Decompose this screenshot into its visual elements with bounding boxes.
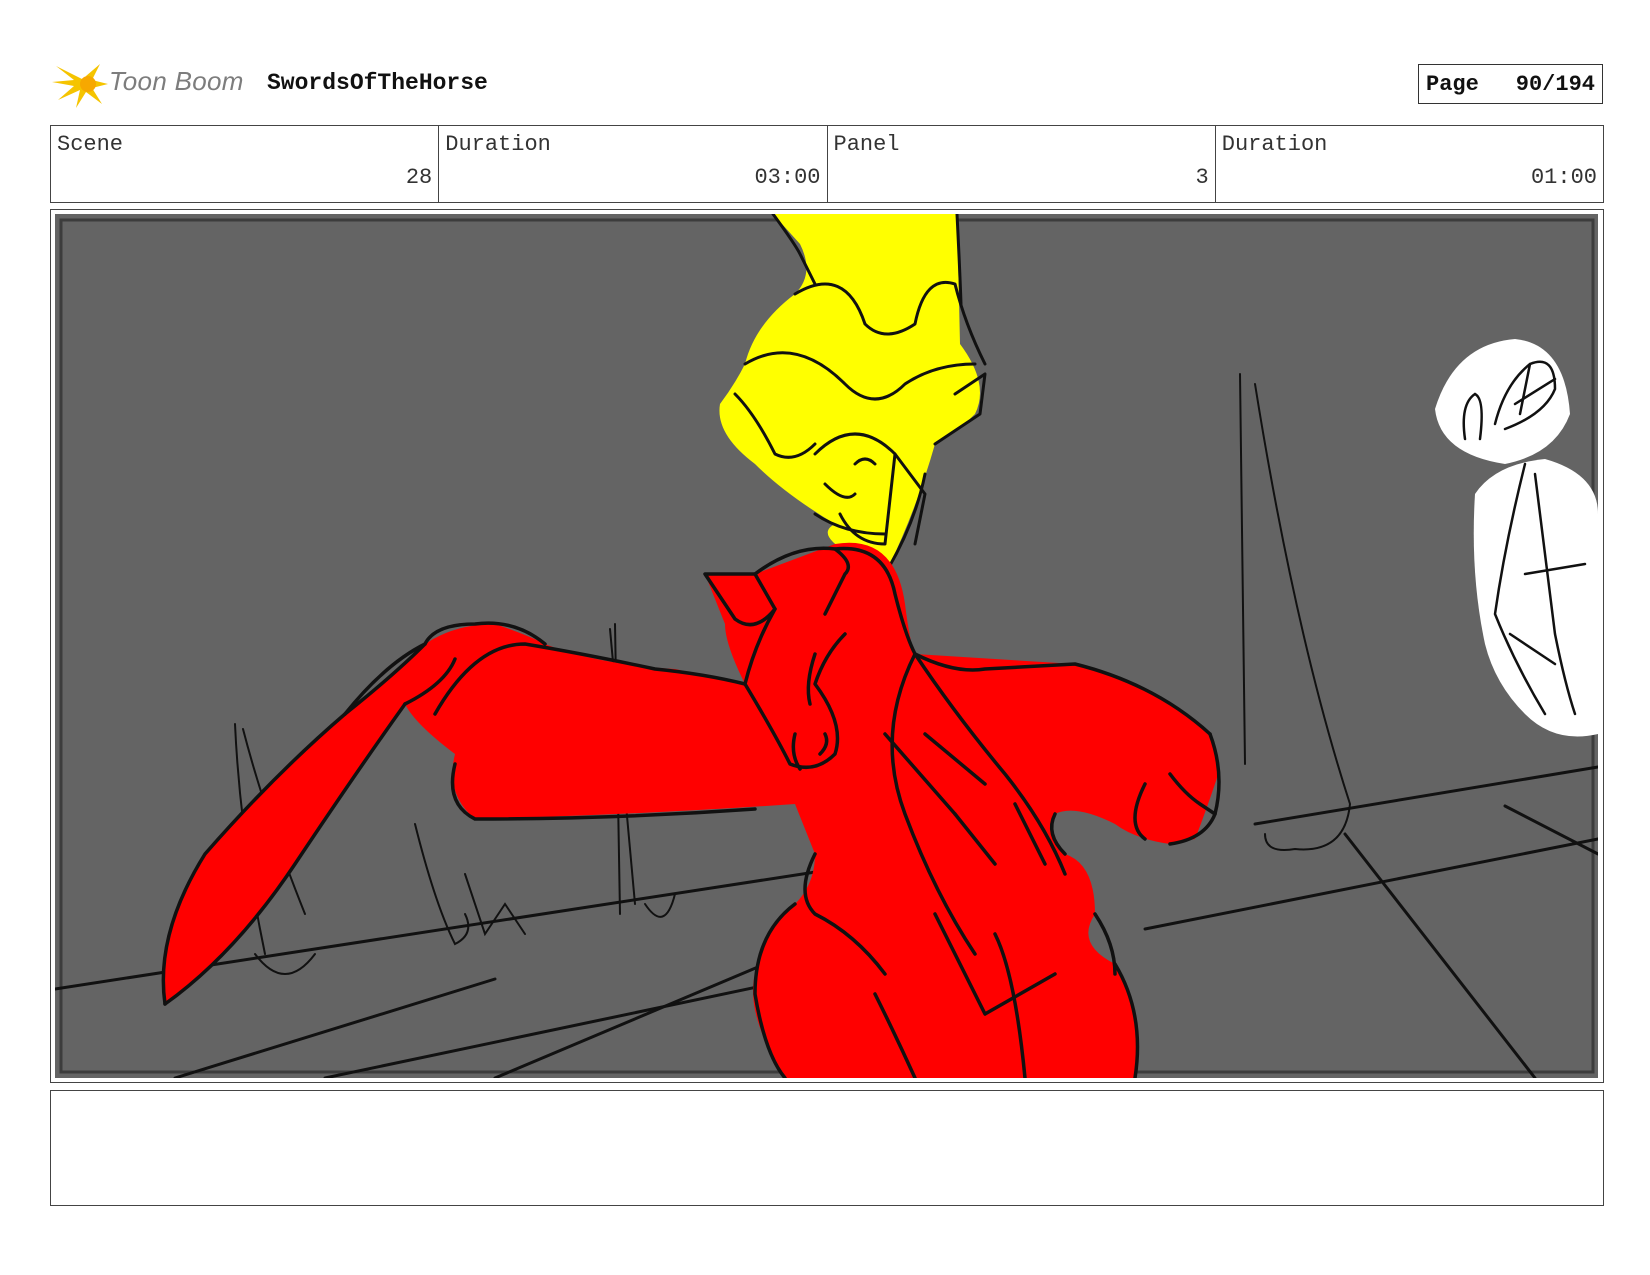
project-title: SwordsOfTheHorse xyxy=(267,70,488,96)
page-label: Page xyxy=(1426,71,1479,97)
panel-notes-box xyxy=(50,1090,1604,1206)
toon-boom-logo: Toon Boom xyxy=(52,56,252,112)
panel-duration-value: 01:00 xyxy=(1530,165,1597,190)
storyboard-panel xyxy=(50,209,1604,1083)
scene-duration-label: Duration xyxy=(445,132,551,157)
scene-cell: Scene 28 xyxy=(51,126,440,202)
page-number: 90/194 xyxy=(1515,71,1595,97)
scene-duration-cell: Duration 03:00 xyxy=(439,126,828,202)
panel-drawing xyxy=(55,214,1598,1078)
scene-info-table: Scene 28 Duration 03:00 Panel 3 Duration… xyxy=(50,125,1604,203)
panel-cell: Panel 3 xyxy=(828,126,1216,202)
logo-text: Toon Boom xyxy=(109,66,244,96)
scene-value: 28 xyxy=(405,165,433,190)
panel-value: 3 xyxy=(1195,165,1209,190)
page-indicator: Page 90/194 xyxy=(1418,64,1603,104)
scene-label: Scene xyxy=(57,132,124,157)
panel-duration-label: Duration xyxy=(1221,132,1328,157)
starburst-icon xyxy=(52,64,108,108)
scene-duration-value: 03:00 xyxy=(754,165,821,190)
panel-label: Panel xyxy=(833,132,900,157)
panel-duration-cell: Duration 01:00 xyxy=(1216,126,1603,202)
